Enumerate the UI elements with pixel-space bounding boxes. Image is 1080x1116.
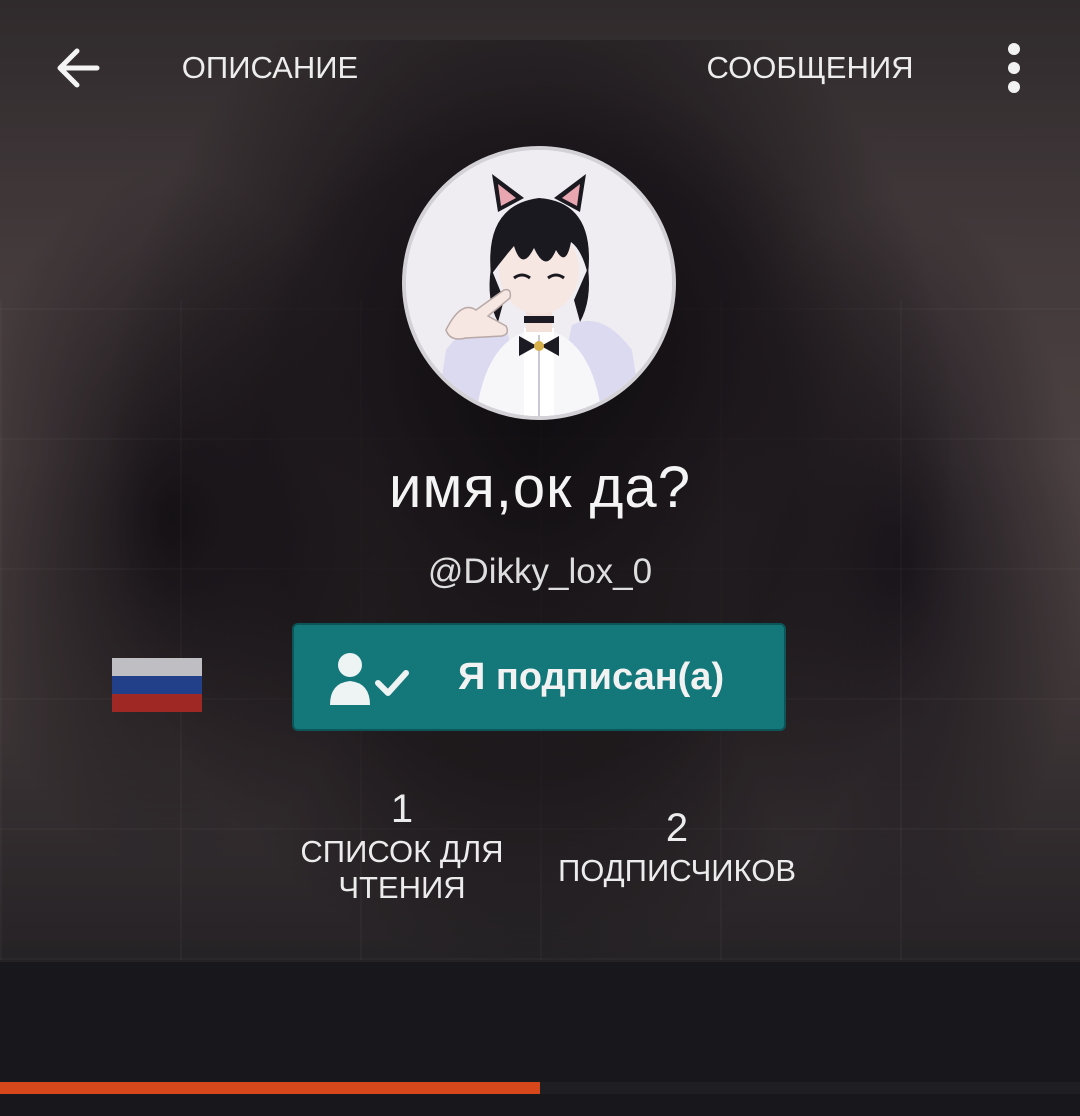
reading-list-stat[interactable]: 1 СПИСОК ДЛЯ ЧТЕНИЯ: [282, 784, 522, 906]
reading-list-label-line2: ЧТЕНИЯ: [338, 870, 466, 905]
avatar[interactable]: [402, 146, 676, 420]
following-button[interactable]: Я подписан(а): [292, 623, 786, 731]
active-tab-indicator: [0, 1082, 540, 1094]
reading-list-count: 1: [390, 787, 414, 831]
reading-list-label-line1: СПИСОК ДЛЯ: [300, 834, 504, 869]
profile-display-name: имя,ок да?: [389, 455, 691, 520]
tab-messages[interactable]: СООБЩЕНИЯ: [540, 0, 1080, 132]
profile-handle: @Dikky_lox_0: [427, 552, 653, 591]
followers-stat[interactable]: 2 ПОДПИСЧИКОВ: [540, 803, 814, 889]
anime-character-avatar-image: [406, 150, 672, 416]
tab-description[interactable]: ОПИСАНИЕ: [0, 0, 540, 132]
followers-label: ПОДПИСЧИКОВ: [557, 853, 797, 888]
tab-indicator-track: [540, 1082, 1080, 1094]
followers-count: 2: [665, 806, 689, 850]
following-button-label: Я подписан(а): [458, 656, 725, 698]
user-check-icon: [330, 653, 409, 705]
